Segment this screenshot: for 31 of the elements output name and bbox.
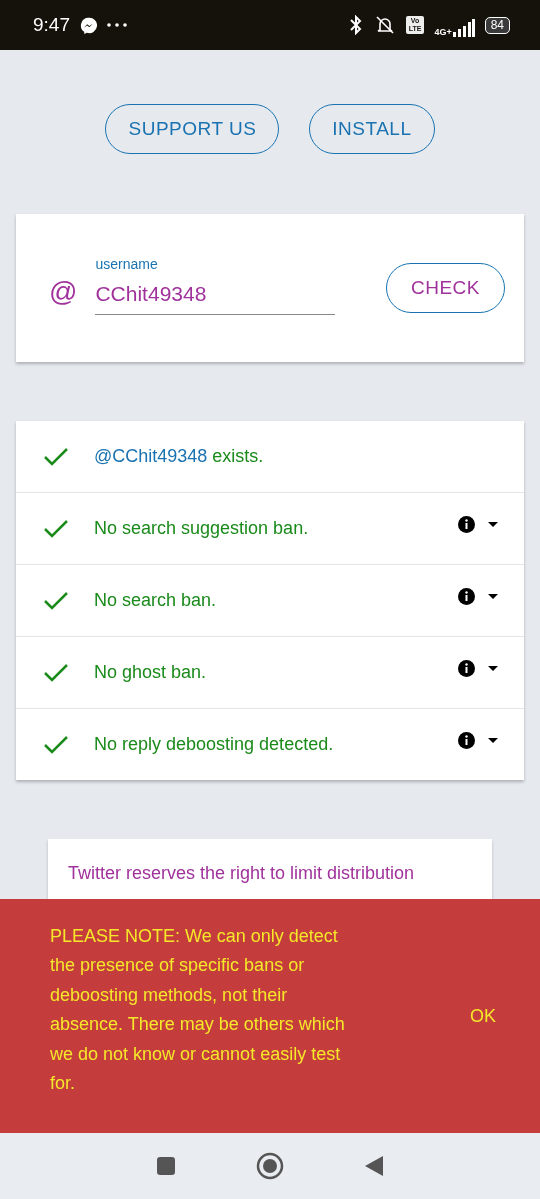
recents-icon[interactable] — [156, 1156, 176, 1176]
info-icon[interactable] — [458, 732, 475, 749]
messenger-icon — [80, 16, 97, 34]
network-type: 4G+ — [434, 27, 452, 37]
muted-bell-icon — [373, 15, 396, 35]
clock: 9:47 — [33, 14, 70, 36]
dropdown-caret-icon[interactable] — [488, 522, 498, 527]
info-icon[interactable] — [458, 588, 475, 605]
more-icon — [107, 23, 127, 27]
snackbar-message: PLEASE NOTE: We can only detect the presence of specific bans or deboosting methods, not their absence. There may be others which we do not know or cannot easily test for. — [50, 924, 346, 1095]
dropdown-caret-icon[interactable] — [488, 666, 498, 671]
back-icon[interactable] — [364, 1155, 384, 1177]
bluetooth-icon — [347, 15, 364, 35]
result-text: No reply deboosting detected. — [94, 734, 335, 755]
result-text: No search suggestion ban. — [94, 518, 310, 539]
result-text: No search ban. — [94, 590, 218, 611]
check-button[interactable]: CHECK — [386, 263, 505, 313]
result-text: No ghost ban. — [94, 662, 208, 683]
pill-button[interactable]: SUPPORT US — [105, 104, 280, 154]
battery-level: 84 — [484, 16, 510, 34]
dropdown-caret-icon[interactable] — [488, 738, 498, 743]
dropdown-caret-icon[interactable] — [488, 594, 498, 599]
signal-icon — [452, 19, 475, 37]
pill-button[interactable]: INSTALL — [309, 104, 435, 154]
info-icon[interactable] — [458, 660, 475, 677]
info-icon[interactable] — [458, 516, 475, 533]
home-icon[interactable] — [256, 1152, 284, 1180]
result-text: @CChit49348 exists. — [94, 446, 265, 467]
ok-button[interactable]: OK — [462, 997, 504, 1035]
at-sign: @ — [49, 276, 78, 308]
username-field[interactable]: username CChit49348 — [95, 255, 336, 315]
